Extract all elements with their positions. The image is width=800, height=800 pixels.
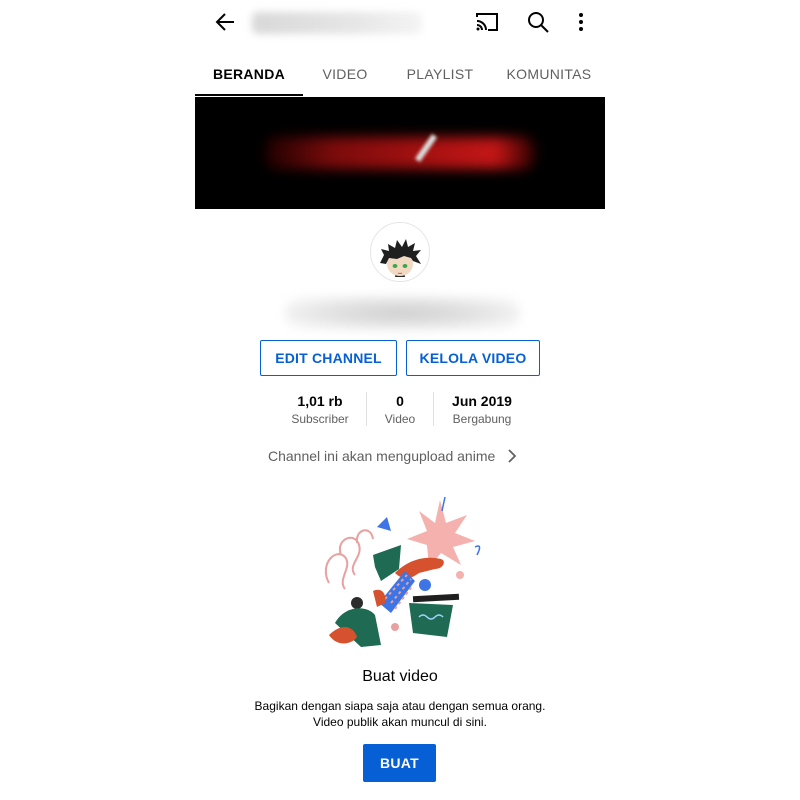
tab-playlist[interactable]: PLAYLIST — [387, 52, 493, 96]
avatar[interactable] — [370, 222, 430, 282]
stat-joined: Jun 2019 Bergabung — [440, 392, 524, 428]
stat-label: Video — [384, 412, 416, 426]
cast-icon — [476, 13, 498, 31]
stat-subscribers: 1,01 rb Subscriber — [280, 392, 360, 428]
edit-channel-button[interactable]: EDIT CHANNEL — [260, 340, 397, 376]
empty-state-illustration — [315, 495, 485, 650]
stat-value: 0 — [396, 393, 404, 409]
chevron-right-icon — [508, 449, 517, 463]
stat-divider — [433, 392, 434, 426]
tab-komunitas[interactable]: KOMUNITAS — [493, 52, 605, 96]
channel-title-redacted — [252, 12, 422, 34]
create-button[interactable]: BUAT — [363, 744, 436, 782]
tab-beranda[interactable]: BERANDA — [195, 52, 303, 96]
channel-name-redacted — [285, 296, 520, 330]
more-vert-icon — [579, 13, 583, 31]
stat-label: Bergabung — [452, 412, 512, 426]
search-button[interactable] — [524, 8, 552, 36]
search-icon — [528, 12, 549, 33]
avatar-anime-icon — [371, 223, 429, 281]
empty-state-line: Video publik akan muncul di sini. — [313, 715, 487, 729]
stat-divider — [366, 392, 367, 426]
stat-videos: 0 Video — [372, 392, 428, 428]
empty-state-line: Bagikan dengan siapa saja atau dengan se… — [254, 699, 546, 713]
stat-value: 1,01 rb — [297, 393, 343, 409]
more-options-button[interactable] — [567, 8, 595, 36]
cast-button[interactable] — [473, 8, 501, 36]
channel-banner — [195, 97, 605, 209]
description-text: Channel ini akan mengupload anime — [268, 448, 496, 464]
stat-value: Jun 2019 — [452, 393, 512, 409]
empty-state-description: Bagikan dengan siapa saja atau dengan se… — [195, 698, 605, 730]
back-button[interactable] — [212, 8, 240, 36]
empty-state-title: Buat video — [362, 668, 438, 685]
arrow-left-icon — [215, 13, 234, 31]
stat-label: Subscriber — [291, 412, 349, 426]
active-tab-indicator — [195, 94, 303, 96]
channel-description[interactable]: Channel ini akan mengupload anime — [268, 446, 523, 466]
create-video-illustration-icon — [324, 496, 481, 647]
tab-video[interactable]: VIDEO — [303, 52, 387, 96]
manage-videos-button[interactable]: KELOLA VIDEO — [406, 340, 540, 376]
